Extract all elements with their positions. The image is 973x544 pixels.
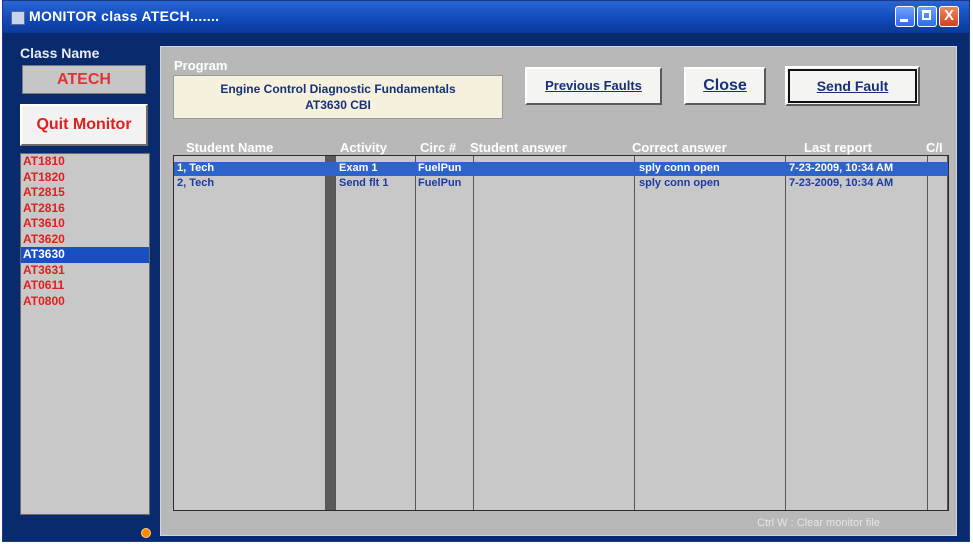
program-display: Engine Control Diagnostic Fundamentals A…	[173, 75, 503, 119]
window-close-button[interactable]: X	[939, 6, 959, 27]
header-ci: C/I	[926, 140, 943, 155]
class-list[interactable]: AT1810 AT1820 AT2815 AT2816 AT3610 AT3620 AT36…	[20, 153, 150, 515]
window-title: MONITOR class ATECH.......	[29, 8, 220, 24]
header-correct-answer: Correct answer	[632, 140, 727, 155]
program-label: Program	[174, 58, 228, 73]
table-row-2-circ[interactable]: FuelPun	[418, 177, 473, 190]
send-fault-label: Send Fault	[816, 78, 889, 94]
col-activity	[336, 156, 416, 510]
class-name-label: Class Name	[20, 45, 100, 61]
col-ci	[928, 156, 948, 510]
title-bar[interactable]: MONITOR class ATECH....... X	[3, 1, 969, 33]
program-title: Engine Control Diagnostic Fundamentals	[220, 82, 456, 96]
col-student-answer	[474, 156, 635, 510]
send-fault-button[interactable]: Send Fault	[785, 66, 920, 106]
program-code: AT3630 CBI	[305, 98, 371, 112]
app-icon	[11, 11, 25, 25]
class-list-item-at2815[interactable]: AT2815	[21, 185, 149, 201]
col-student-name	[174, 156, 326, 510]
minimize-button[interactable]	[895, 6, 915, 27]
class-list-item-at3610[interactable]: AT3610	[21, 216, 149, 232]
class-list-item-at3631[interactable]: AT3631	[21, 263, 149, 279]
table-row-1-last-report[interactable]: 7-23-2009, 10:34 AM	[789, 162, 927, 175]
table-row-1-circ[interactable]: FuelPun	[418, 162, 473, 175]
class-list-item-at3630[interactable]: AT3630	[21, 247, 149, 263]
table-row-1-correct-answer[interactable]: sply conn open	[639, 162, 784, 175]
col-circ	[416, 156, 474, 510]
table-row-2-activity[interactable]: Send flt 1	[339, 177, 415, 190]
col-correct-answer	[635, 156, 786, 510]
header-last-report: Last report	[804, 140, 872, 155]
header-student-name: Student Name	[186, 140, 274, 155]
class-list-item-at2816[interactable]: AT2816	[21, 201, 149, 217]
class-list-item-at1810[interactable]: AT1810	[21, 154, 149, 170]
class-list-item-at0611[interactable]: AT0611	[21, 278, 149, 294]
student-grid[interactable]: 1, Tech Exam 1 FuelPun sply conn open 7-…	[173, 155, 949, 511]
class-list-item-at1820[interactable]: AT1820	[21, 170, 149, 186]
class-name-value: ATECH	[22, 65, 146, 94]
previous-faults-label: Previous Faults	[545, 78, 642, 93]
table-row-2-last-report[interactable]: 7-23-2009, 10:34 AM	[789, 177, 927, 190]
table-row-2-correct-answer[interactable]: sply conn open	[639, 177, 784, 190]
header-activity: Activity	[340, 140, 387, 155]
status-indicator-icon	[141, 528, 151, 538]
maximize-button[interactable]	[917, 6, 937, 27]
table-row-2-student-name[interactable]: 2, Tech	[177, 177, 325, 190]
quit-monitor-button[interactable]: Quit Monitor	[20, 104, 148, 146]
col-last-report	[786, 156, 928, 510]
previous-faults-button[interactable]: Previous Faults	[525, 67, 662, 105]
class-list-item-at0800[interactable]: AT0800	[21, 294, 149, 310]
table-row-1-activity[interactable]: Exam 1	[339, 162, 415, 175]
col-divider	[326, 156, 336, 510]
header-student-answer: Student answer	[470, 140, 567, 155]
footer-hint: Ctrl W : Clear monitor file	[757, 517, 880, 529]
close-label: Close	[703, 77, 747, 94]
close-button[interactable]: Close	[684, 67, 766, 105]
header-circ: Circ #	[420, 140, 457, 155]
table-row-1-student-name[interactable]: 1, Tech	[177, 162, 325, 175]
class-list-item-at3620[interactable]: AT3620	[21, 232, 149, 248]
